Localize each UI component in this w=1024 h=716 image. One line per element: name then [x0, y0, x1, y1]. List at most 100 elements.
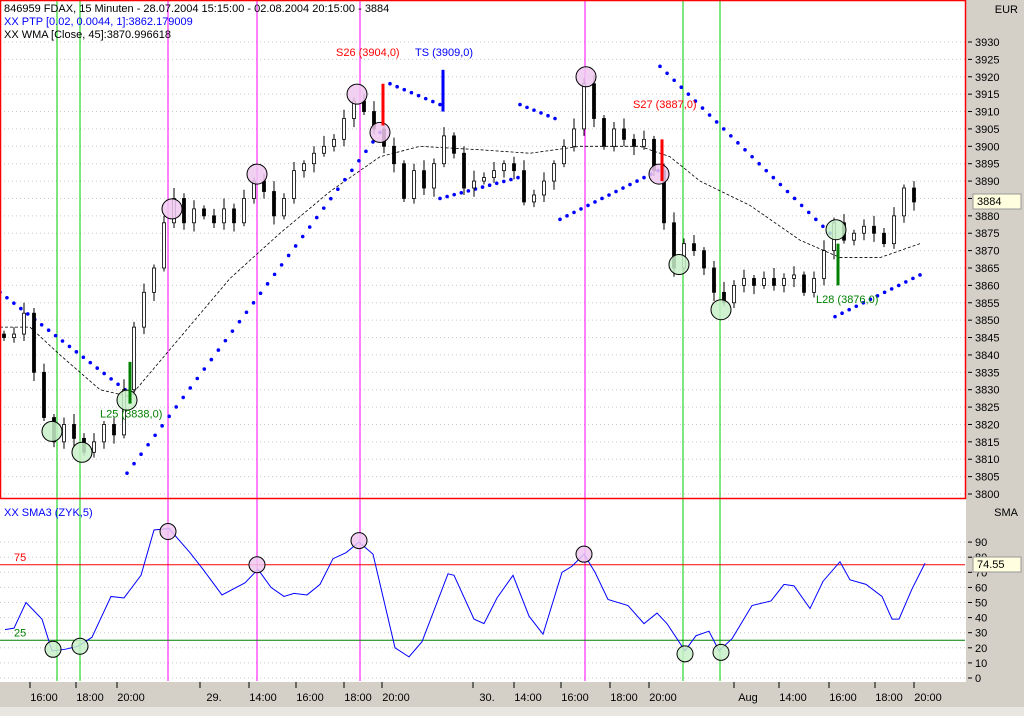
time-tick-label: 16:00: [30, 692, 58, 704]
candle-up: [612, 128, 616, 147]
sma3-circle-low: [712, 643, 730, 661]
ptp-dot: [480, 185, 485, 189]
price-tick-label: 3805: [975, 472, 999, 484]
time-tick-label: 18:00: [344, 692, 372, 704]
indicator-legend[interactable]: XX SMA3 (ZYK,5): [4, 507, 93, 519]
ptp-dot: [487, 183, 492, 187]
ptp-dot: [251, 300, 256, 305]
price-tick-label: 3880: [975, 211, 999, 223]
ptp-dot: [736, 141, 740, 145]
ptp-dot: [539, 111, 543, 115]
indicator-tick-label: 30: [975, 628, 987, 640]
cycle-circle-high: [161, 198, 183, 220]
ptp-dot: [729, 134, 733, 138]
price-tick-label: 3930: [975, 37, 999, 49]
ptp-dot: [146, 442, 150, 447]
candle-down: [872, 225, 876, 234]
ptp-dot: [67, 344, 72, 349]
candle-up: [432, 163, 436, 189]
candle-up: [22, 312, 26, 335]
time-tick-label: 18:00: [875, 692, 903, 704]
candle-down: [512, 163, 516, 172]
candle-down: [462, 152, 466, 189]
ptp-dot: [265, 282, 270, 286]
horizontal-scrollbar[interactable]: [0, 707, 1024, 716]
candle-down: [272, 191, 276, 217]
candle-down: [702, 250, 706, 269]
signal-label: L25 (3838,0): [100, 409, 162, 421]
ptp-dot: [300, 234, 305, 239]
ptp-dot: [230, 329, 235, 333]
time-tick-label: 20:00: [649, 692, 677, 704]
ptp-dot: [74, 350, 79, 354]
signal-label: L28 (3876,0): [816, 294, 878, 306]
ptp-dot: [438, 102, 442, 107]
price-tick-label: 3875: [975, 228, 999, 240]
time-tick-label: 16:00: [296, 692, 324, 704]
cycle-circle-high: [575, 66, 597, 88]
candle-up: [492, 170, 496, 179]
ptp-dot: [46, 328, 51, 333]
price-tick-label: 3925: [975, 54, 999, 66]
ptp-dot: [388, 81, 392, 86]
ptp-dot: [336, 187, 340, 191]
candle-up: [102, 424, 106, 443]
indicator-tick-label: 0: [975, 673, 981, 685]
ptp-dot: [882, 290, 887, 295]
ptp-dot: [833, 314, 837, 319]
ptp-dot: [364, 149, 368, 154]
ptp-dot: [686, 92, 691, 96]
candle-up: [812, 278, 816, 293]
ptp-dot: [532, 108, 536, 112]
sma3-circle-low: [71, 637, 89, 655]
candle-up: [732, 284, 736, 304]
ptp-dot: [139, 452, 143, 457]
candle-up: [12, 333, 16, 338]
price-tick-label: 3915: [975, 89, 999, 101]
price-tick-label: 3890: [975, 176, 999, 188]
ptp-dot: [911, 276, 915, 281]
ptp-dot: [160, 424, 164, 428]
ptp-dot: [553, 116, 557, 121]
ptp-dot: [778, 182, 783, 187]
indicator-panel[interactable]: [0, 503, 966, 681]
candle-up: [132, 326, 136, 391]
candle-up: [152, 267, 156, 293]
price-tick-label: 3900: [975, 141, 999, 153]
candle-down: [912, 187, 916, 203]
price-tick-label: 3810: [975, 454, 999, 466]
time-tick-label: 14:00: [779, 692, 807, 704]
ptp-legend[interactable]: XX PTP [0.02, 0.0044, 1]:3862.179009: [4, 16, 193, 28]
candle-up: [762, 278, 766, 286]
candle-up: [792, 274, 796, 279]
candle-down: [802, 274, 806, 293]
candle-down: [592, 83, 596, 119]
ptp-dot: [847, 307, 851, 312]
candle-up: [482, 177, 486, 182]
candle-down: [392, 145, 396, 165]
ptp-dot: [321, 206, 326, 210]
ptp-dot: [785, 189, 790, 194]
ptp-dot: [750, 154, 754, 159]
candle-down: [622, 128, 626, 140]
time-tick-label: 30.: [479, 692, 494, 704]
ptp-dot: [116, 382, 120, 387]
ptp-dot: [593, 200, 597, 204]
candle-up: [342, 118, 346, 140]
time-tick-label: 16:00: [561, 692, 589, 704]
indicator-tick-label: 90: [975, 537, 987, 549]
time-tick-label: 16:00: [829, 692, 857, 704]
ptp-dot: [821, 224, 825, 229]
candle-up: [322, 145, 326, 154]
ptp-dot: [806, 210, 811, 215]
ptp-dot: [792, 196, 797, 201]
ptp-dot: [343, 177, 347, 182]
ptp-dot: [466, 189, 471, 193]
ptp-dot: [518, 102, 522, 107]
candle-down: [72, 424, 76, 439]
ptp-dot: [679, 85, 684, 90]
candle-up: [162, 222, 166, 269]
candle-up: [582, 83, 586, 130]
last-price-label: 3884: [977, 196, 1001, 208]
wma-legend[interactable]: XX WMA [Close, 45]:3870.996618: [4, 29, 171, 41]
